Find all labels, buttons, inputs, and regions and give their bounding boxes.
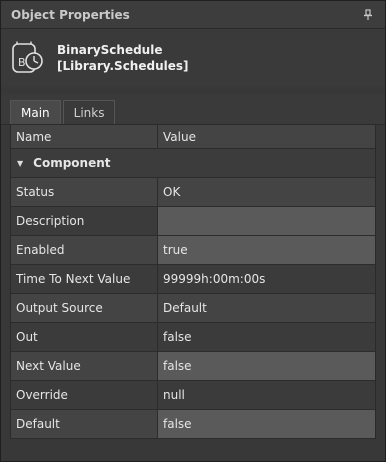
column-header-name[interactable]: Name [11, 125, 158, 148]
property-row[interactable]: Out false [11, 323, 375, 352]
property-value-input[interactable] [158, 207, 375, 235]
property-value[interactable]: 99999h:00m:00s [158, 265, 375, 293]
property-row[interactable]: Enabled true [11, 236, 375, 265]
property-grid: Name Value ▼ Component Status OK Descrip… [10, 125, 376, 439]
property-row[interactable]: Time To Next Value 99999h:00m:00s [11, 265, 375, 294]
property-name: Time To Next Value [11, 265, 158, 293]
property-name: Override [11, 381, 158, 409]
tab-bar: Main Links [1, 95, 385, 125]
object-header: B BinarySchedule [Library.Schedules] [1, 29, 385, 87]
property-name: Default [11, 410, 158, 438]
object-properties-panel: Object Properties B BinarySchedule [Libr… [0, 0, 386, 462]
group-row-component[interactable]: ▼ Component [11, 149, 375, 178]
property-name: Enabled [11, 236, 158, 264]
object-library: [Library.Schedules] [57, 59, 189, 73]
property-value[interactable]: null [158, 381, 375, 409]
panel-titlebar: Object Properties [1, 1, 385, 29]
property-value[interactable]: Default [158, 294, 375, 322]
panel-title: Object Properties [11, 7, 130, 22]
property-value-input[interactable]: false [158, 352, 375, 380]
property-row[interactable]: Override null [11, 381, 375, 410]
chevron-down-icon[interactable]: ▼ [17, 159, 23, 168]
schedule-component-icon: B [11, 41, 45, 75]
property-row[interactable]: Description [11, 207, 375, 236]
property-row[interactable]: Output Source Default [11, 294, 375, 323]
property-name: Status [11, 178, 158, 206]
grid-header: Name Value [11, 125, 375, 149]
tab-main[interactable]: Main [10, 100, 61, 124]
property-value-input[interactable]: true [158, 236, 375, 264]
tab-links[interactable]: Links [62, 100, 116, 124]
column-header-value[interactable]: Value [158, 125, 375, 148]
property-name: Next Value [11, 352, 158, 380]
property-row[interactable]: Default false [11, 410, 375, 439]
property-row[interactable]: Next Value false [11, 352, 375, 381]
property-name: Description [11, 207, 158, 235]
property-value[interactable]: OK [158, 178, 375, 206]
group-label: Component [33, 156, 111, 170]
pin-icon[interactable] [361, 8, 375, 22]
svg-text:B: B [18, 56, 26, 69]
object-name: BinarySchedule [57, 43, 163, 57]
property-name: Output Source [11, 294, 158, 322]
property-value[interactable]: false [158, 323, 375, 351]
property-name: Out [11, 323, 158, 351]
property-value-input[interactable]: false [158, 410, 375, 438]
property-row[interactable]: Status OK [11, 178, 375, 207]
